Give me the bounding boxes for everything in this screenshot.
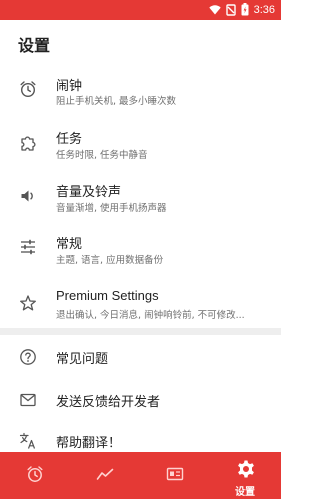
- wifi-icon: [208, 4, 221, 15]
- settings-item-title: 帮助翻译！: [56, 436, 122, 451]
- settings-item-translate[interactable]: 帮助翻译！: [0, 424, 281, 452]
- settings-item-subtitle: 主题, 语言, 应用数据备份: [56, 255, 164, 266]
- tab-settings[interactable]: 设置: [210, 452, 281, 499]
- page-title: 设置: [18, 36, 51, 55]
- settings-item-mission[interactable]: 任务 任务时限, 任务中静音: [0, 115, 281, 168]
- settings-item-sound[interactable]: 音量及铃声 音量渐增, 使用手机扬声器: [0, 168, 281, 220]
- tab-alarm[interactable]: [0, 452, 70, 499]
- puzzle-icon: [21, 136, 36, 151]
- section-divider: [0, 328, 281, 335]
- status-bar: 3:36: [0, 0, 281, 20]
- speaker-icon: [21, 190, 33, 202]
- settings-item-title: 常见问题: [56, 352, 109, 367]
- status-icons: 3:36: [208, 3, 275, 16]
- settings-item-premium[interactable]: Premium Settings 退出确认, 今日消息, 闹钟响铃前, 不可修改…: [0, 273, 281, 328]
- clock: 3:36: [253, 3, 275, 16]
- settings-item-subtitle: 任务时限, 任务中静音: [56, 150, 148, 161]
- settings-item-title: 发送反馈给开发者: [56, 395, 161, 410]
- battery-icon: [241, 3, 249, 16]
- settings-item-title: 常规: [56, 237, 83, 252]
- sliders-icon: [21, 239, 35, 255]
- mail-icon: [20, 393, 36, 407]
- tab-news[interactable]: [140, 452, 210, 499]
- trend-line-icon: [96, 468, 114, 480]
- alarm-clock-icon: [27, 466, 43, 482]
- settings-item-title: 音量及铃声: [56, 185, 122, 200]
- settings-item-subtitle: 阻止手机关机, 最多小睡次数: [56, 96, 177, 107]
- no-sim-icon: [225, 3, 236, 16]
- translate-icon: [19, 432, 36, 449]
- gear-icon: [237, 460, 254, 478]
- settings-item-title: 任务: [56, 132, 83, 147]
- settings-item-general[interactable]: 常规 主题, 语言, 应用数据备份: [0, 220, 281, 273]
- settings-item-title: Premium Settings: [56, 288, 159, 303]
- settings-item-subtitle: 退出确认, 今日消息, 闹钟响铃前, 不可修改...: [56, 310, 245, 321]
- help-circle-icon: [20, 349, 36, 365]
- bottom-nav: 设置: [0, 452, 281, 499]
- alarm-clock-icon: [20, 81, 36, 98]
- settings-item-subtitle: 音量渐增, 使用手机扬声器: [56, 203, 167, 214]
- settings-item-title: 闹钟: [56, 79, 83, 94]
- settings-item-alarm[interactable]: 闹钟 阻止手机关机, 最多小睡次数: [0, 63, 281, 115]
- tab-report[interactable]: [70, 452, 140, 499]
- tab-label: 设置: [235, 487, 255, 498]
- star-icon: [20, 295, 36, 311]
- settings-item-faq[interactable]: 常见问题: [0, 338, 281, 376]
- settings-item-feedback[interactable]: 发送反馈给开发者: [0, 381, 281, 419]
- news-card-icon: [166, 467, 184, 481]
